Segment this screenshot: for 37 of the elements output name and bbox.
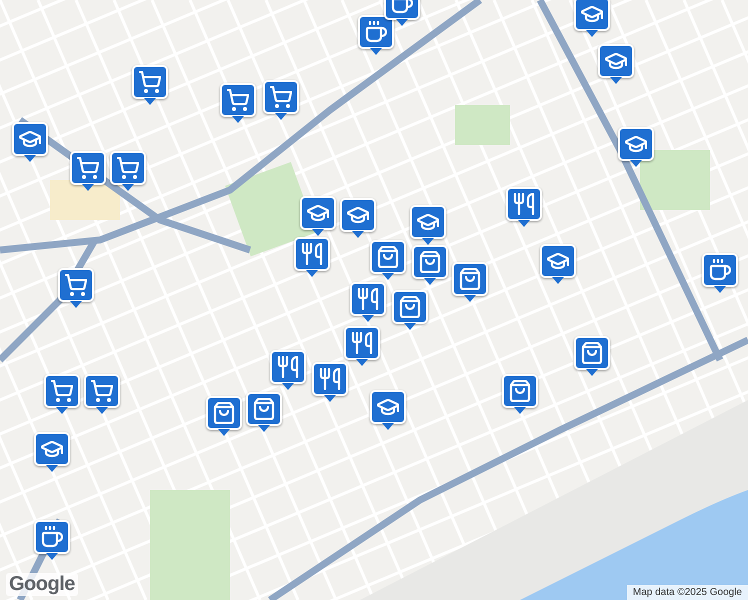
fork-knife-icon: [357, 288, 379, 310]
shopping-bag-icon: [377, 246, 399, 268]
graduation-cap-icon: [41, 438, 63, 460]
cart-icon: [139, 71, 161, 93]
graduation-cap-icon: [347, 204, 369, 226]
shopping-bag-icon: [253, 398, 275, 420]
graduation-cap-icon: [377, 396, 399, 418]
coffee-cup-icon: [365, 21, 387, 43]
shopping-bag-icon: [509, 380, 531, 402]
cart-icon: [270, 86, 292, 108]
fork-knife-icon: [513, 193, 535, 215]
cart-icon: [51, 380, 73, 402]
coffee-cup-icon: [709, 259, 731, 281]
coffee-cup-icon: [41, 526, 63, 548]
logo: Google: [6, 573, 78, 596]
cart-icon: [65, 274, 87, 296]
shopping-bag-icon: [399, 296, 421, 318]
graduation-cap-icon: [625, 133, 647, 155]
shopping-bag-icon: [459, 268, 481, 290]
cart-icon: [227, 89, 249, 111]
graduation-cap-icon: [19, 128, 41, 150]
cart-icon: [117, 157, 139, 179]
graduation-cap-icon: [307, 202, 329, 224]
cart-icon: [77, 157, 99, 179]
cart-icon: [91, 380, 113, 402]
fork-knife-icon: [319, 368, 341, 390]
fork-knife-icon: [351, 332, 373, 354]
fork-knife-icon: [301, 243, 323, 265]
shopping-bag-icon: [581, 342, 603, 364]
graduation-cap-icon: [605, 50, 627, 72]
graduation-cap-icon: [547, 250, 569, 272]
fork-knife-icon: [277, 356, 299, 378]
shopping-bag-icon: [419, 251, 441, 273]
attribution-text: Map data ©2025 Google: [626, 585, 748, 600]
graduation-cap-icon: [417, 211, 439, 233]
shopping-bag-icon: [213, 402, 235, 424]
graduation-cap-icon: [581, 3, 603, 25]
